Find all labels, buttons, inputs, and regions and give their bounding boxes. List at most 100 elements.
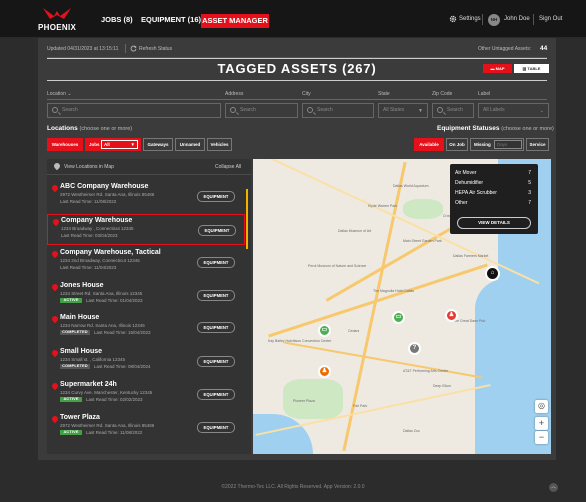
- equipment-button[interactable]: EQUIPMENT: [197, 322, 235, 333]
- zoom-out-button[interactable]: −: [535, 431, 548, 444]
- chip-vehicles[interactable]: Vehicles: [207, 138, 232, 151]
- phoenix-logo[interactable]: PHOENIX: [38, 7, 78, 33]
- settings-link[interactable]: Settings: [459, 16, 481, 22]
- equipment-button[interactable]: EQUIPMENT: [198, 225, 236, 236]
- chip-service[interactable]: Service: [526, 138, 549, 151]
- location-name[interactable]: Small House: [60, 348, 102, 355]
- location-list-item[interactable]: Supermarket 24h 1234 Curvy Ave. Mancheste…: [47, 379, 245, 410]
- label-filter-label: Label: [478, 91, 491, 97]
- zip-search-input[interactable]: Search: [432, 103, 474, 118]
- view-details-button[interactable]: VIEW DETAILS: [457, 217, 531, 229]
- location-address: 2972 Westheimer Rd. Santa Ana, Illinois …: [60, 423, 155, 428]
- location-name[interactable]: Main House: [60, 314, 99, 321]
- equipment-button[interactable]: EQUIPMENT: [197, 257, 235, 268]
- location-name[interactable]: Supermarket 24h: [60, 381, 117, 388]
- park-area: [403, 199, 443, 219]
- location-list-item[interactable]: Main House 1234 Narrow Rd. Santa Ana, Ill…: [47, 312, 245, 343]
- map-poi-label: Kay Bailey Hutchison Convention Center: [268, 339, 332, 343]
- nav-asset-manager[interactable]: ASSET MANAGER: [201, 14, 269, 28]
- popup-equipment-count: 3: [528, 190, 531, 196]
- chip-available[interactable]: Available: [414, 138, 444, 151]
- location-name[interactable]: Company Warehouse: [61, 217, 132, 224]
- last-read-time: Last Read Time: 02/02/2023: [86, 397, 143, 402]
- user-name[interactable]: John Doe: [504, 16, 530, 22]
- zoom-in-button[interactable]: +: [535, 417, 548, 430]
- chip-missing[interactable]: Missing Days: [470, 138, 524, 151]
- location-address: 1234 Narrow Rd. Santa Ana, Illinois 1234…: [60, 323, 145, 328]
- refresh-status-button[interactable]: Refresh Status: [139, 46, 172, 52]
- status-badge: ACTIVE: [60, 298, 82, 303]
- location-list-item[interactable]: Small House 1234 Small st. , California 1…: [47, 346, 245, 377]
- map-marker-selected-home[interactable]: ⌂: [485, 266, 500, 281]
- location-search-input[interactable]: Search: [47, 103, 221, 118]
- map-marker-green[interactable]: ▭: [392, 311, 405, 324]
- equipment-button[interactable]: EQUIPMENT: [197, 422, 235, 433]
- label-select[interactable]: All Labels ⌄: [478, 103, 549, 118]
- scroll-to-top-button[interactable]: ︿: [549, 483, 558, 492]
- city-search-input[interactable]: Search: [302, 103, 374, 118]
- location-list-item[interactable]: Tower Plaza 2972 Westheimer Rd. Santa Ana…: [47, 412, 245, 443]
- location-list-item[interactable]: ABC Company Warehouse 2972 Westheimer Rd.…: [47, 181, 245, 212]
- chip-gateways[interactable]: Gateways: [143, 138, 173, 151]
- chip-on-job[interactable]: On Job: [446, 138, 468, 151]
- last-updated-text: Updated 04/31/2023 at 13:15:11: [47, 46, 119, 52]
- search-placeholder: Search: [447, 107, 463, 113]
- missing-days-input[interactable]: Days: [494, 140, 522, 149]
- equipment-button[interactable]: EQUIPMENT: [197, 191, 235, 202]
- collapse-all-button[interactable]: Collapse All: [215, 164, 241, 170]
- map-poi-label: The Magnolia Hotel Dallas: [373, 289, 415, 293]
- last-read-time: Last Read Time: 15/04/2023: [94, 330, 151, 335]
- map-marker-red[interactable]: ♟: [445, 309, 458, 322]
- refresh-icon[interactable]: [130, 45, 137, 52]
- address-search-input[interactable]: Search: [225, 103, 298, 118]
- location-filter-label[interactable]: Location ⌄: [47, 91, 72, 97]
- list-scrollbar[interactable]: [246, 189, 248, 249]
- chip-missing-label: Missing: [474, 142, 491, 147]
- page-title: TAGGED ASSETS (267): [217, 61, 377, 76]
- chip-unnamed[interactable]: Unnamed: [175, 138, 205, 151]
- view-in-map-link[interactable]: View Locations in Map: [64, 164, 114, 170]
- map-marker-green[interactable]: ▭: [318, 324, 331, 337]
- map-pin-icon: [50, 314, 60, 324]
- map-poi-label: AT&T Performing Arts Center: [403, 369, 449, 373]
- location-name[interactable]: Company Warehouse, Tactical: [60, 249, 161, 256]
- map-poi-label: Dallas Zoo: [403, 429, 420, 433]
- title-rule-top: [47, 58, 547, 59]
- location-name[interactable]: Tower Plaza: [60, 414, 100, 421]
- locations-hint: (choose one or more): [79, 126, 133, 132]
- map-view[interactable]: Dallas World AquariumCrow Museum of Asia…: [253, 159, 551, 454]
- map-poi-label: Main Street Garden Park: [403, 239, 442, 243]
- locations-list-panel: View Locations in Map Collapse All ABC C…: [47, 159, 251, 454]
- user-avatar[interactable]: NH: [488, 14, 500, 26]
- gear-icon[interactable]: [449, 15, 457, 23]
- untagged-label: Other Untagged Assets:: [478, 46, 532, 52]
- statuses-title: Equipment Statuses: [437, 125, 500, 132]
- equipment-button[interactable]: EQUIPMENT: [197, 290, 235, 301]
- chevron-up-icon: ︿: [550, 484, 556, 490]
- state-select[interactable]: All States ▼: [378, 103, 428, 118]
- map-view-toggle[interactable]: ▬ MAP: [483, 64, 512, 73]
- locate-me-button[interactable]: ◎: [535, 400, 548, 413]
- chip-jobs[interactable]: Jobs All ▼: [85, 138, 141, 151]
- popup-equipment-count: 7: [528, 200, 531, 206]
- location-label-text: Location: [47, 91, 66, 97]
- equipment-button[interactable]: EQUIPMENT: [197, 356, 235, 367]
- sign-out-link[interactable]: Sign Out: [539, 16, 562, 22]
- location-name[interactable]: Jones House: [60, 282, 104, 289]
- chip-warehouses[interactable]: Warehouses: [47, 138, 83, 151]
- map-poi-label: Dallas Farmers Market: [453, 254, 489, 258]
- jobs-select[interactable]: All ▼: [101, 140, 138, 149]
- location-list-item[interactable]: Company Warehouse, Tactical 1234 2nd Broa…: [47, 247, 245, 278]
- location-name[interactable]: ABC Company Warehouse: [60, 183, 148, 190]
- nav-jobs[interactable]: JOBS (8): [101, 15, 133, 24]
- table-view-toggle[interactable]: ▥ TABLE: [514, 64, 549, 73]
- nav-equipment[interactable]: EQUIPMENT (16): [141, 15, 201, 24]
- map-marker-orange[interactable]: ♟: [318, 365, 331, 378]
- location-list-item[interactable]: Company Warehouse 1234 Broadway , Connect…: [47, 214, 245, 245]
- logo-text: PHOENIX: [38, 23, 77, 32]
- location-address: 1234 Small st. , California 12345: [60, 357, 126, 362]
- status-badge: ACTIVE: [60, 430, 82, 435]
- location-list-item[interactable]: Jones House 1234 Street Rd. Santa Ana, Il…: [47, 280, 245, 311]
- map-marker-unknown[interactable]: ?: [408, 342, 421, 355]
- equipment-button[interactable]: EQUIPMENT: [197, 389, 235, 400]
